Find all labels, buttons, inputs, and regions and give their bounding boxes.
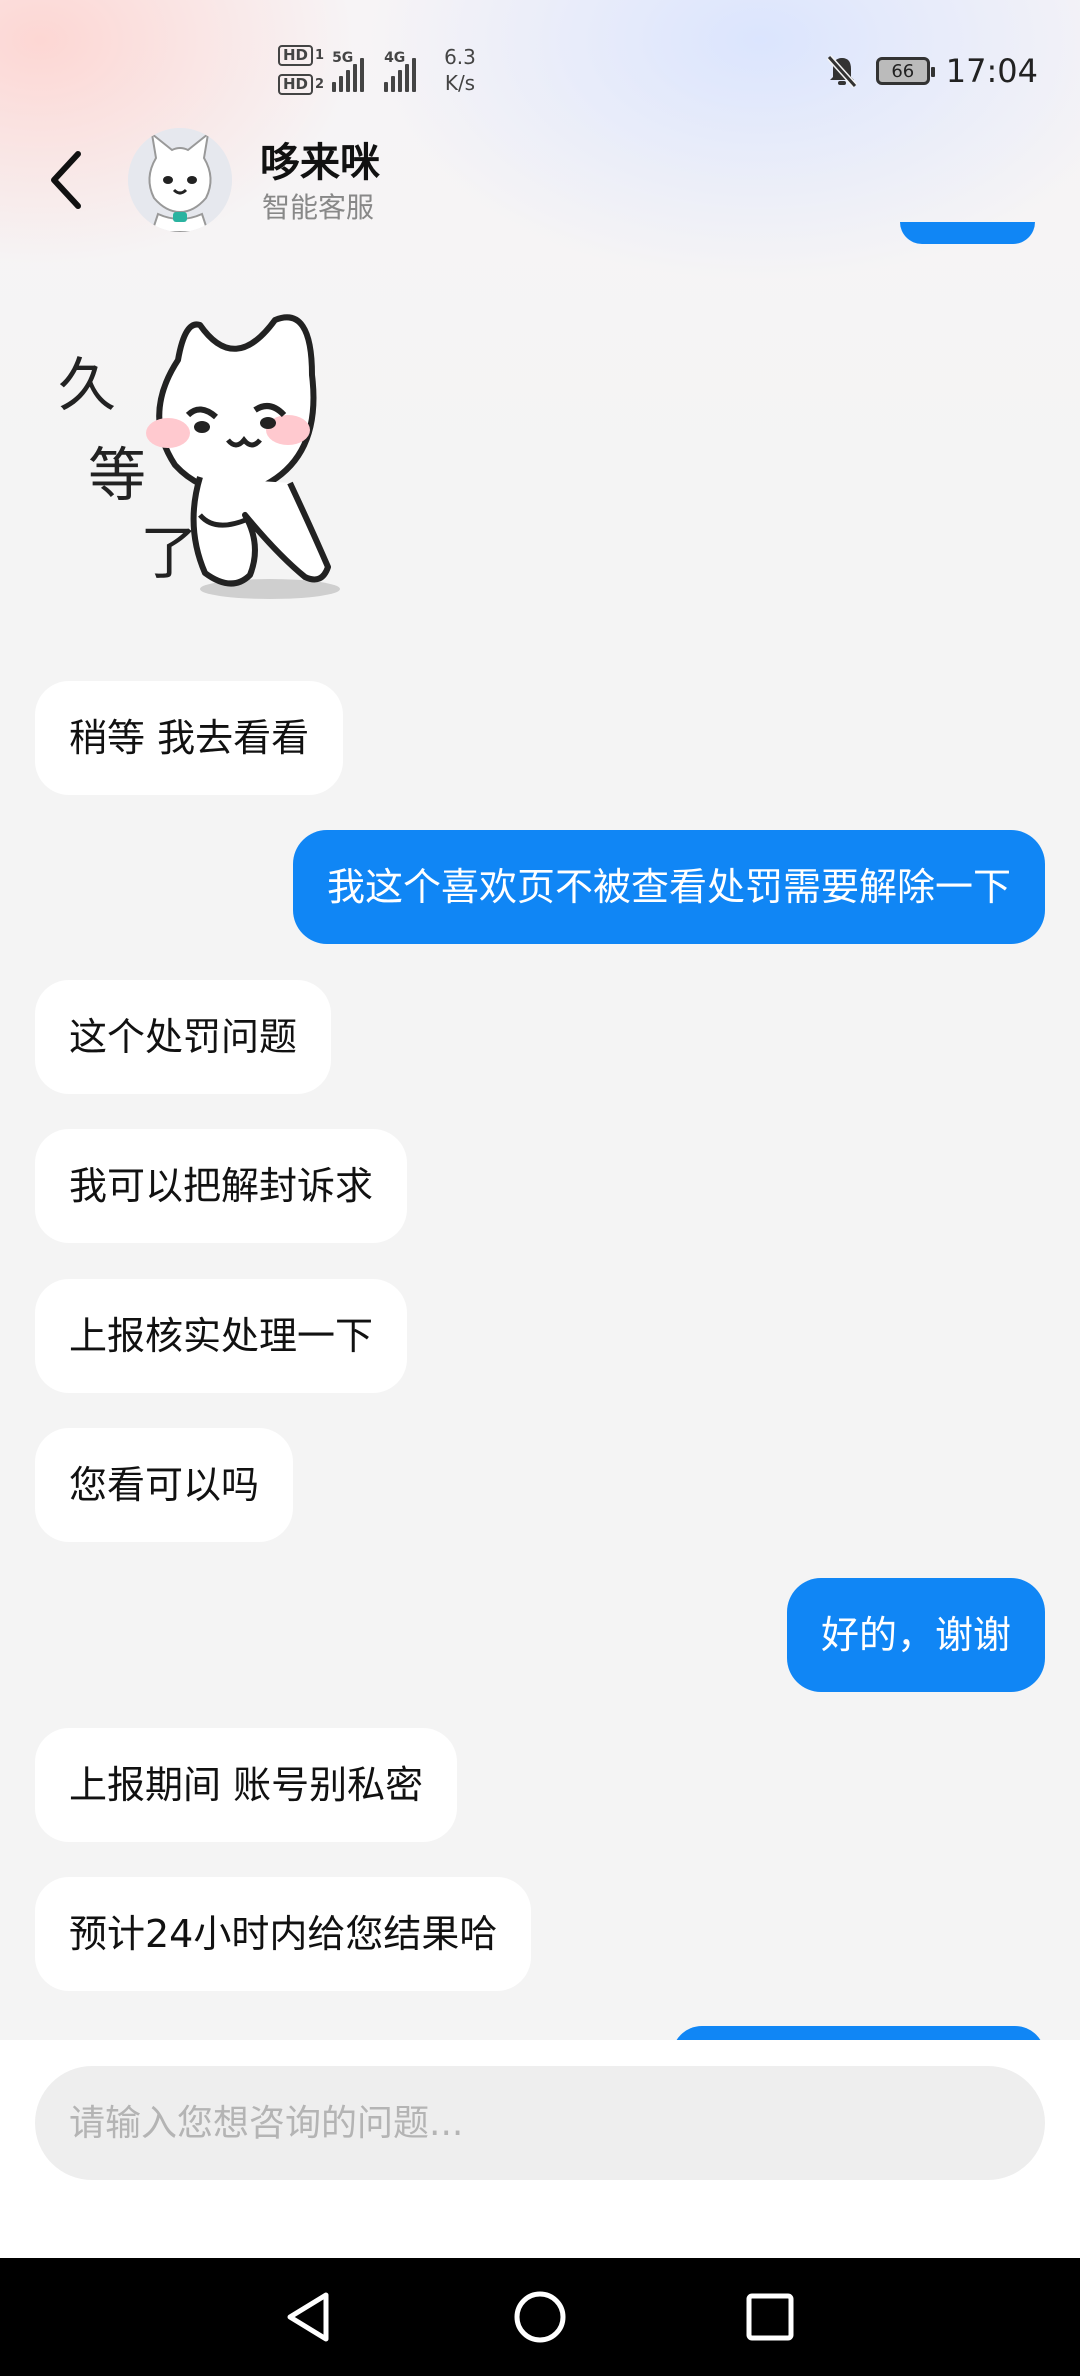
message-bubble-out[interactable]: 我这个喜欢页不被查看处罚需要解除一下 xyxy=(292,830,1045,944)
battery-level: 66 xyxy=(891,60,915,82)
input-bar xyxy=(0,2040,1080,2258)
message-bubble-in[interactable]: 您看可以吗 xyxy=(35,1428,294,1542)
nav-back-icon[interactable] xyxy=(276,2283,344,2351)
message-bubble-out[interactable]: 好的，谢谢 xyxy=(786,1578,1045,1692)
message-bubble-in[interactable]: 上报期间 账号别私密 xyxy=(35,1728,458,1842)
message-bubble-in[interactable]: 这个处罚问题 xyxy=(35,980,332,1094)
page-title: 哆来咪 xyxy=(260,140,380,186)
message-bubble-in[interactable]: 稍等 我去看看 xyxy=(35,681,344,795)
clock: 17:04 xyxy=(945,52,1038,90)
chat-area[interactable]: 久 等 了 稍等 我去看看 我这个喜欢页不被查看处罚需要解除一下 这个处罚问题 … xyxy=(0,0,1080,2040)
page-subtitle: 智能客服 xyxy=(262,191,375,224)
avatar[interactable] xyxy=(128,128,232,232)
message-bubble-in[interactable]: 上报核实处理一下 xyxy=(35,1279,408,1393)
sticker-text-1: 久 xyxy=(58,351,116,419)
battery-icon: 66 xyxy=(875,57,935,85)
message-bubble-in[interactable]: 我可以把解封诉求 xyxy=(35,1129,408,1243)
sticker-text-3: 了 xyxy=(140,519,198,587)
sticker-text-2: 等 xyxy=(88,441,146,509)
chevron-left-icon[interactable] xyxy=(40,144,96,216)
hd-sim1-badge: HD 1 xyxy=(278,45,324,66)
nav-home-icon[interactable] xyxy=(506,2283,574,2351)
signal-4g-icon: 4G xyxy=(384,48,417,92)
cat-waiting-sticker[interactable]: 久 等 了 xyxy=(50,305,380,605)
message-bubble-in[interactable]: 预计24小时内给您结果哈 xyxy=(35,1877,532,1991)
system-nav-bar xyxy=(0,2258,1080,2376)
status-bar: HD 1 HD 2 5G 4G 6.3 K/s 66 17:04 xyxy=(0,0,1080,140)
signal-5g-icon: 5G xyxy=(332,48,365,92)
nav-recents-icon[interactable] xyxy=(736,2283,804,2351)
hd-sim2-badge: HD 2 xyxy=(278,74,324,95)
mute-bell-icon xyxy=(826,54,858,89)
chat-header: 哆来咪 智能客服 xyxy=(0,120,1080,240)
message-input[interactable] xyxy=(35,2066,1045,2180)
network-status: HD 1 HD 2 5G 4G 6.3 K/s xyxy=(278,44,476,96)
message-bubble-out-partial[interactable] xyxy=(672,2026,1045,2040)
network-speed: 6.3 K/s xyxy=(444,45,476,95)
